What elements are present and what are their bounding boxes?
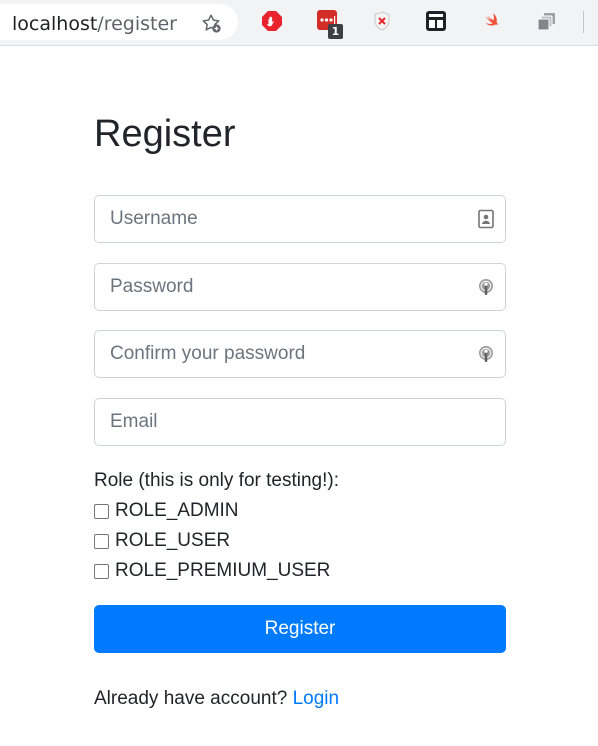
url-host: localhost [12, 13, 98, 35]
adblock-extension-icon[interactable] [261, 10, 283, 32]
email-input[interactable] [94, 398, 506, 446]
tab-manager-extension-icon[interactable] [536, 10, 558, 32]
role-admin-checkbox[interactable] [94, 503, 109, 519]
password-key-icon[interactable] [477, 277, 495, 297]
bookmark-star-icon[interactable] [200, 12, 222, 34]
password-input[interactable] [94, 263, 506, 311]
swift-extension-icon[interactable] [480, 10, 502, 32]
confirm-password-input[interactable] [94, 330, 506, 378]
role-premium-user-checkbox[interactable] [94, 563, 109, 579]
role-admin-option[interactable]: ROLE_ADMIN [94, 500, 239, 522]
login-link[interactable]: Login [293, 688, 340, 709]
url-path: /register [97, 13, 177, 35]
privacy-badger-extension-icon[interactable] [371, 10, 393, 32]
role-premium-user-label[interactable]: ROLE_PREMIUM_USER [115, 560, 330, 582]
login-prompt-row: Already have account? Login [94, 688, 339, 710]
lastpass-badge: 1 [328, 24, 343, 39]
address-bar[interactable]: localhost/register [0, 4, 238, 40]
username-input[interactable] [94, 195, 506, 243]
role-admin-label[interactable]: ROLE_ADMIN [115, 500, 239, 522]
url-text[interactable]: localhost/register [12, 13, 177, 35]
page-title: Register [94, 113, 236, 155]
browser-toolbar: localhost/register 1 [0, 0, 598, 46]
password-key-icon[interactable] [477, 344, 495, 364]
role-label: Role (this is only for testing!): [94, 470, 339, 491]
contact-card-icon[interactable] [477, 209, 495, 229]
register-button[interactable]: Register [94, 605, 506, 653]
role-user-checkbox[interactable] [94, 533, 109, 549]
picture-in-picture-extension-icon[interactable] [425, 10, 447, 32]
lastpass-extension[interactable]: 1 [316, 9, 344, 39]
role-user-label[interactable]: ROLE_USER [115, 530, 230, 552]
toolbar-separator [583, 11, 584, 33]
role-premium-user-option[interactable]: ROLE_PREMIUM_USER [94, 560, 330, 582]
role-user-option[interactable]: ROLE_USER [94, 530, 230, 552]
login-prompt-text: Already have account? [94, 688, 288, 709]
